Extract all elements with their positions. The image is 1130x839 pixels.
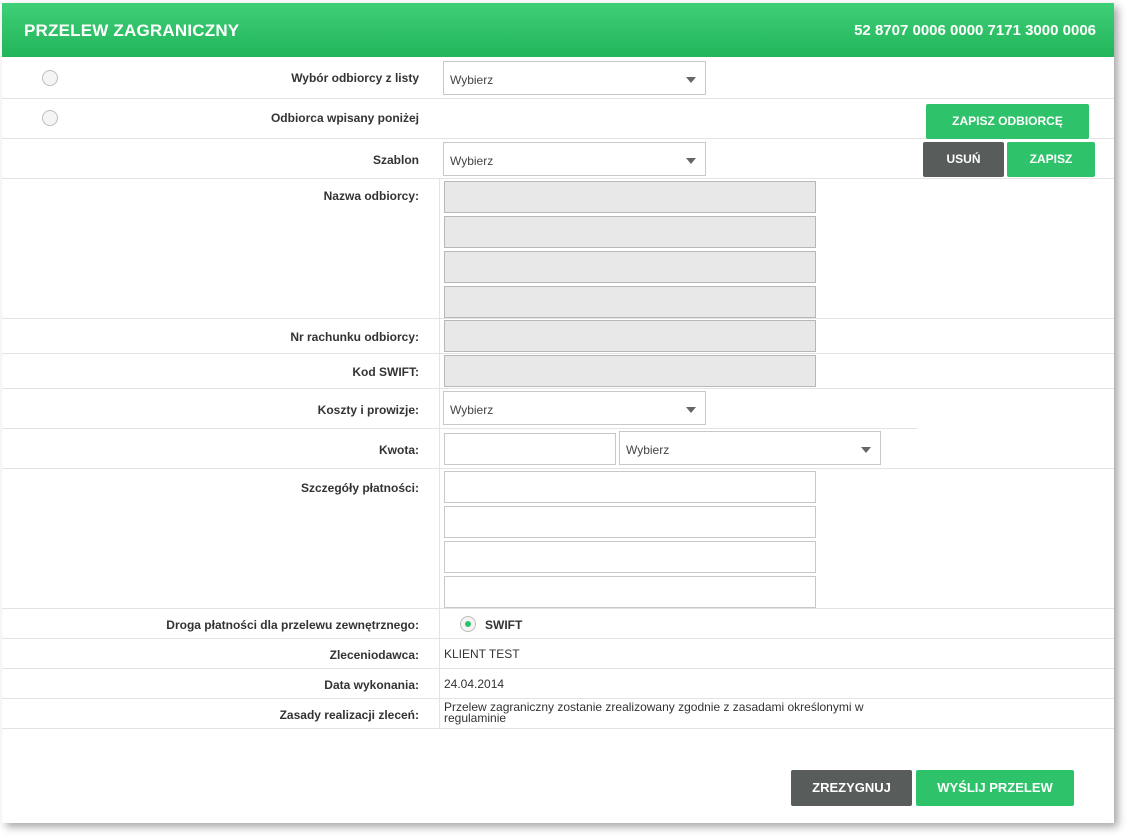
- payment-details-line-1[interactable]: [444, 471, 816, 503]
- column-divider: [439, 699, 440, 728]
- chevron-down-icon: [861, 447, 871, 453]
- template-select[interactable]: Wybierz: [443, 142, 706, 176]
- execution-date-value: 24.04.2014: [444, 677, 505, 691]
- payment-details-label: Szczegóły płatności:: [300, 481, 419, 495]
- column-divider: [439, 319, 440, 353]
- select-value: Wybierz: [450, 73, 494, 87]
- orderer-label: Zleceniodawca:: [329, 648, 419, 662]
- row-orderer: Zleceniodawca: KLIENT TEST: [2, 639, 1114, 669]
- payment-details-line-2[interactable]: [444, 506, 816, 538]
- recipient-from-list-label: Wybór odbiorcy z listy: [291, 71, 419, 85]
- row-recipient-manual: Odbiorca wpisany poniżej ZAPISZ ODBIORCĘ: [2, 99, 1114, 139]
- payment-route-label: Droga płatności dla przelewu zewnętrzneg…: [166, 618, 419, 632]
- header-bar: PRZELEW ZAGRANICZNY 52 8707 0006 0000 71…: [2, 3, 1114, 57]
- row-template: Szablon Wybierz USUŃ ZAPISZ: [2, 139, 1114, 179]
- orderer-value: KLIENT TEST: [444, 647, 520, 661]
- column-divider: [439, 389, 440, 428]
- row-recipient-from-list: Wybór odbiorcy z listy Wybierz: [2, 58, 1114, 99]
- rules-value: Przelew zagraniczny zostanie zrealizowan…: [444, 700, 864, 725]
- recipient-name-label: Nazwa odbiorcy:: [323, 189, 419, 203]
- amount-label: Kwota:: [379, 443, 419, 457]
- page-title: PRZELEW ZAGRANICZNY: [24, 21, 240, 40]
- recipient-manual-label: Odbiorca wpisany poniżej: [270, 111, 419, 125]
- template-label: Szablon: [372, 153, 419, 167]
- column-divider: [439, 429, 440, 468]
- amount-input[interactable]: [444, 433, 616, 465]
- account-number-field[interactable]: [444, 320, 816, 352]
- rules-label: Zasady realizacji zleceń:: [279, 708, 419, 722]
- radio-swift[interactable]: [460, 616, 476, 632]
- row-payment-route: Droga płatności dla przelewu zewnętrzneg…: [2, 609, 1114, 639]
- row-costs: Koszty i prowizje: Wybierz: [2, 389, 917, 429]
- column-divider: [439, 639, 440, 668]
- swift-option-label: SWIFT: [485, 618, 523, 632]
- swift-code-field[interactable]: [444, 355, 816, 387]
- column-divider: [439, 609, 440, 638]
- row-recipient-name: Nazwa odbiorcy:: [2, 179, 1114, 319]
- chevron-down-icon: [686, 158, 696, 164]
- payment-details-line-4[interactable]: [444, 576, 816, 608]
- row-amount: Kwota: Wybierz: [2, 429, 1114, 469]
- select-value: Wybierz: [626, 443, 670, 457]
- column-divider: [439, 669, 440, 698]
- chevron-down-icon: [686, 407, 696, 413]
- transfer-form: PRZELEW ZAGRANICZNY 52 8707 0006 0000 71…: [2, 3, 1114, 823]
- cancel-button[interactable]: ZREZYGNUJ: [791, 770, 912, 806]
- swift-code-label: Kod SWIFT:: [352, 365, 419, 379]
- execution-date-label: Data wykonania:: [324, 678, 419, 692]
- save-recipient-button[interactable]: ZAPISZ ODBIORCĘ: [926, 104, 1089, 139]
- row-swift-code: Kod SWIFT:: [2, 354, 1114, 389]
- recipient-name-line-3[interactable]: [444, 251, 816, 283]
- row-execution-date: Data wykonania: 24.04.2014: [2, 669, 1114, 699]
- column-divider: [439, 469, 440, 608]
- select-value: Wybierz: [450, 154, 494, 168]
- delete-template-button[interactable]: USUŃ: [923, 142, 1004, 177]
- payment-details-line-3[interactable]: [444, 541, 816, 573]
- costs-label: Koszty i prowizje:: [317, 403, 419, 417]
- row-account-number: Nr rachunku odbiorcy:: [2, 319, 1114, 354]
- select-value: Wybierz: [450, 403, 494, 417]
- recipient-list-select[interactable]: Wybierz: [443, 61, 706, 95]
- row-payment-details: Szczegóły płatności:: [2, 469, 1114, 609]
- currency-select[interactable]: Wybierz: [619, 431, 881, 465]
- row-rules: Zasady realizacji zleceń: Przelew zagran…: [2, 699, 1114, 729]
- save-template-button[interactable]: ZAPISZ: [1007, 142, 1095, 177]
- account-number: 52 8707 0006 0000 7171 3000 0006: [854, 22, 1096, 39]
- recipient-name-line-1[interactable]: [444, 181, 816, 213]
- recipient-name-line-4[interactable]: [444, 286, 816, 318]
- recipient-name-line-2[interactable]: [444, 216, 816, 248]
- column-divider: [439, 179, 440, 318]
- costs-select[interactable]: Wybierz: [443, 391, 706, 425]
- chevron-down-icon: [686, 77, 696, 83]
- account-number-label: Nr rachunku odbiorcy:: [290, 330, 419, 344]
- column-divider: [439, 354, 440, 388]
- send-transfer-button[interactable]: WYŚLIJ PRZELEW: [916, 770, 1074, 806]
